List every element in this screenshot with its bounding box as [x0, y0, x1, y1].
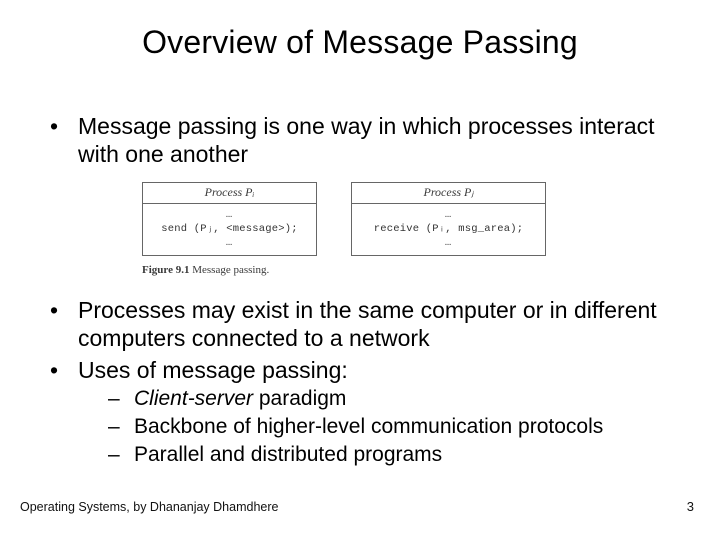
sub-bullet-3: Parallel and distributed programs: [78, 442, 690, 468]
process-pj-box: Process Pⱼ … receive (Pᵢ, msg_area); …: [351, 182, 546, 256]
process-pj-body: … receive (Pᵢ, msg_area); …: [352, 204, 545, 256]
figure-caption-bold: Figure 9.1: [142, 264, 189, 276]
ellipsis-icon: …: [354, 208, 543, 222]
sub2-text: Backbone of higher-level communication p…: [134, 415, 603, 438]
figure-caption: Figure 9.1 Message passing.: [142, 264, 562, 277]
footer-left: Operating Systems, by Dhananjay Dhamdher…: [20, 500, 278, 514]
ellipsis-icon: …: [145, 236, 314, 250]
bullet-list: Message passing is one way in which proc…: [44, 112, 690, 469]
process-pi-head: Process Pᵢ: [143, 183, 316, 204]
process-pi-code: send (Pⱼ, <message>);: [145, 222, 314, 236]
process-pi-body: … send (Pⱼ, <message>); …: [143, 204, 316, 256]
process-pi-box: Process Pᵢ … send (Pⱼ, <message>); …: [142, 182, 317, 256]
figure-9-1: Process Pᵢ … send (Pⱼ, <message>); … Pro…: [142, 182, 562, 278]
slide: Overview of Message Passing Message pass…: [0, 0, 720, 540]
sub-bullet-list: Client-server paradigm Backbone of highe…: [78, 386, 690, 469]
sub1-rest: paradigm: [253, 387, 346, 410]
bullet-3: Uses of message passing: Client-server p…: [44, 356, 690, 469]
slide-body: Message passing is one way in which proc…: [44, 112, 690, 473]
page-number: 3: [687, 499, 694, 514]
figure-row: Process Pᵢ … send (Pⱼ, <message>); … Pro…: [142, 182, 562, 256]
sub-bullet-2: Backbone of higher-level communication p…: [78, 414, 690, 440]
bullet-2-text: Processes may exist in the same computer…: [78, 297, 657, 351]
sub-bullet-1: Client-server paradigm: [78, 386, 690, 412]
sub3-text: Parallel and distributed programs: [134, 443, 442, 466]
process-pj-code: receive (Pᵢ, msg_area);: [354, 222, 543, 236]
ellipsis-icon: …: [354, 236, 543, 250]
page-title: Overview of Message Passing: [0, 24, 720, 61]
bullet-3-text: Uses of message passing:: [78, 357, 348, 383]
ellipsis-icon: …: [145, 208, 314, 222]
bullet-1-text: Message passing is one way in which proc…: [78, 113, 655, 167]
sub1-italic: Client-server: [134, 387, 253, 410]
bullet-2: Processes may exist in the same computer…: [44, 296, 690, 352]
bullet-1: Message passing is one way in which proc…: [44, 112, 690, 278]
process-pj-head: Process Pⱼ: [352, 183, 545, 204]
figure-caption-rest: Message passing.: [189, 264, 269, 276]
